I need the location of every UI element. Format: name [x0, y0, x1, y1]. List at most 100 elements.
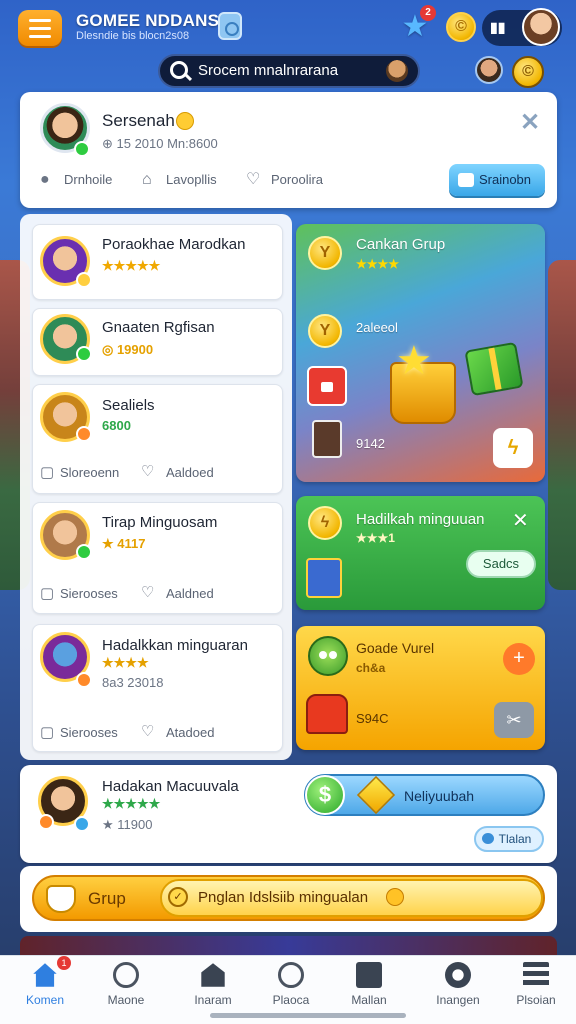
promo-title: Cankan Grup — [356, 236, 446, 253]
nav-item-home[interactable]: Komen — [5, 993, 85, 1007]
group-label: Grup — [88, 889, 126, 908]
currency-pill-label: Neliyuubah — [404, 788, 475, 804]
level-badge — [76, 272, 92, 288]
profile-meta: ⊕ 15 2010 Mn:8600 — [102, 136, 218, 151]
promo-value: 9142 — [356, 436, 385, 451]
heart-icon: ♡ — [246, 171, 261, 188]
phone-icon — [306, 558, 342, 598]
nav-item-5[interactable]: Mallan — [329, 993, 409, 1007]
bag-icon: ⌂ — [142, 171, 152, 188]
level-badge — [76, 544, 92, 560]
home-indicator — [210, 1013, 406, 1018]
star-icon: ★ — [396, 339, 432, 383]
lightning-button[interactable]: ϟ — [493, 428, 533, 468]
promo-title: Goade Vurel — [356, 640, 435, 656]
search-input[interactable]: Srocem mnalnrarana — [198, 62, 338, 79]
list-item-like[interactable]: Aaldned — [166, 586, 214, 601]
menu-bars-icon[interactable] — [523, 962, 549, 988]
box-icon[interactable] — [356, 962, 382, 988]
group-weekly-label: Pnglan Idslsiib mingualan — [198, 889, 369, 906]
gift-box-icon — [307, 366, 347, 406]
notification-badge: 2 — [420, 5, 436, 21]
message-icon — [458, 173, 474, 187]
level-badge — [38, 814, 54, 830]
list-item-action[interactable]: Sierooses — [60, 725, 118, 740]
list-item-title: Poraokhae Marodkan — [102, 236, 246, 253]
promo-button[interactable]: Sadcs — [466, 550, 536, 578]
action-chat[interactable]: Drnhoile — [64, 172, 112, 187]
globe-icon[interactable] — [445, 962, 471, 988]
list-item-title: Gnaaten Rgfisan — [102, 319, 215, 336]
list-item-like[interactable]: Atadoed — [166, 725, 214, 740]
action-heart[interactable]: Poroolira — [271, 172, 323, 187]
list-item-score: ★ 4117 — [102, 536, 146, 551]
close-icon[interactable]: ✕ — [512, 508, 529, 533]
promo-stars: ★★★1 — [356, 531, 395, 545]
chat-icon: ▢ — [40, 585, 55, 602]
nav-item-7[interactable]: Plsoian — [496, 993, 576, 1007]
promo-value: S94C — [356, 711, 389, 726]
list-item-title: Tirap Minguosam — [102, 514, 218, 531]
promo-stars: ★★★★ — [356, 257, 400, 271]
list-item-score: 6800 — [102, 418, 131, 433]
check-icon: ✓ — [168, 887, 188, 907]
smile-icon — [176, 112, 194, 130]
chat-icon: ● — [40, 171, 50, 188]
list-item-stars: ★★★★★ — [102, 258, 161, 273]
alien-icon — [308, 636, 348, 676]
list-item-meta: 8a3 23018 — [102, 675, 164, 690]
nav-item-3[interactable]: Inaram — [173, 993, 253, 1007]
search-icon — [170, 61, 188, 79]
list-item-action[interactable]: Sloreoenn — [60, 465, 119, 480]
wide-card-title: Hadakan Macuuvala — [102, 778, 239, 795]
smile-icon — [386, 888, 404, 906]
friend-avatar[interactable] — [475, 56, 503, 84]
dollar-icon: $ — [305, 775, 345, 815]
level-badge — [76, 346, 92, 362]
heart-icon — [482, 833, 494, 844]
action-bag[interactable]: Lavopllis — [166, 172, 217, 187]
heart-icon: ♡ — [141, 463, 155, 480]
heart-icon: ♡ — [141, 723, 155, 740]
lightning-coin-icon: ϟ — [308, 506, 342, 540]
background-strip — [20, 936, 557, 956]
compass-icon[interactable] — [113, 962, 139, 988]
coin-icon: Y — [308, 236, 342, 270]
phone-icon — [312, 420, 342, 458]
menu-button[interactable] — [18, 10, 62, 46]
nav-item-2[interactable]: Maone — [86, 993, 166, 1007]
level-badge — [76, 672, 92, 688]
chat-icon: ▢ — [40, 724, 55, 741]
chat-icon: ▢ — [40, 464, 55, 481]
online-badge — [74, 141, 90, 157]
level-badge — [76, 426, 92, 442]
gift-icon — [464, 341, 524, 397]
add-button[interactable]: + — [503, 643, 535, 675]
coin-icon: Y — [308, 314, 342, 348]
list-item-title: Hadalkkan minguaran — [102, 637, 248, 654]
nav-item-4[interactable]: Plaoca — [251, 993, 331, 1007]
gold-coin-icon[interactable]: © — [512, 56, 544, 88]
verified-badge — [74, 816, 90, 832]
promo-sub: ch&a — [356, 661, 386, 675]
promo-title: Hadilkah minguuan — [356, 511, 485, 528]
coin-icon[interactable]: © — [446, 12, 476, 42]
list-item-action[interactable]: Sierooses — [60, 586, 118, 601]
wide-card-stars: ★★★★★ — [102, 796, 161, 811]
promo-label: 2aleeol — [356, 320, 398, 335]
wide-card-score: ★ 11900 — [102, 817, 153, 832]
camera-icon[interactable] — [218, 12, 242, 40]
nav-item-6[interactable]: Inangen — [418, 993, 498, 1007]
tools-button[interactable]: ✂ — [494, 702, 534, 738]
profile-name: Sersenah — [102, 111, 175, 130]
app-title: GOMEE NDDANSIA — [76, 11, 237, 30]
avatar[interactable] — [522, 8, 560, 46]
list-item-like[interactable]: Aaldoed — [166, 465, 214, 480]
background-houses-right — [548, 260, 576, 590]
profile-icon[interactable] — [278, 962, 304, 988]
shield-icon — [46, 885, 76, 913]
close-icon[interactable]: ✕ — [520, 108, 540, 137]
robot-icon — [306, 694, 348, 734]
stats-icon: ▮▮ — [490, 19, 506, 35]
heart-icon: ♡ — [141, 584, 155, 601]
